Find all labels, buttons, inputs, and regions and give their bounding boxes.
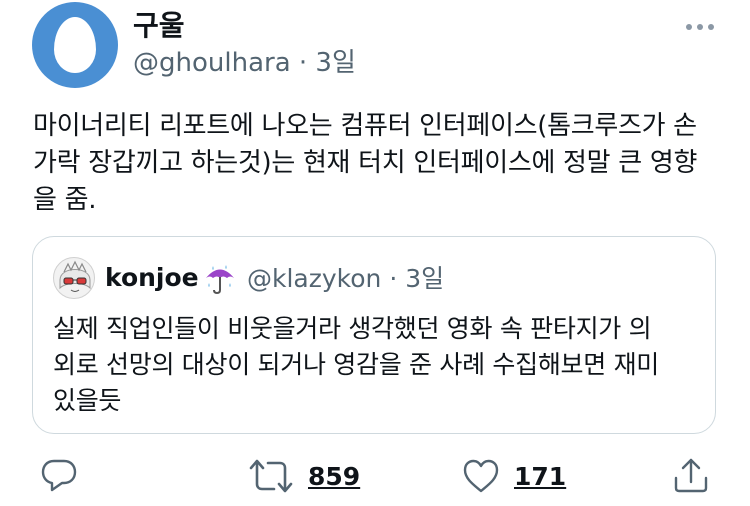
tweet-timestamp[interactable]: 3일 (315, 48, 355, 78)
egg-avatar-icon (54, 17, 96, 73)
author-meta: @ghoulhara · 3일 (133, 46, 356, 80)
tweet-actions-bar: 859 171 (0, 452, 750, 500)
quoted-display-name[interactable]: konjoe (105, 261, 199, 295)
author-avatar[interactable] (32, 2, 118, 88)
quoted-meta-separator: · (381, 264, 406, 293)
meta-separator: · (290, 48, 316, 78)
reply-button[interactable] (40, 458, 78, 494)
more-options-icon[interactable] (684, 18, 716, 36)
share-icon (674, 458, 708, 493)
like-count[interactable]: 171 (514, 462, 566, 491)
quoted-meta: @klazykon · 3일 (247, 263, 444, 295)
tweet[interactable]: 구울 @ghoulhara · 3일 마이너리티 리포트에 나오는 컴퓨터 인터… (0, 0, 750, 506)
reply-icon (41, 459, 77, 492)
quoted-author-avatar[interactable] (53, 257, 95, 299)
quoted-timestamp[interactable]: 3일 (405, 264, 444, 293)
quoted-tweet[interactable]: konjoe @klazykon · 3일 실제 직업인들이 비웃을거라 생각했… (32, 236, 716, 434)
share-button[interactable] (672, 456, 710, 494)
umbrella-rain-emoji-icon (203, 261, 237, 295)
heart-icon (463, 459, 499, 493)
author-handle[interactable]: @ghoulhara (133, 48, 291, 78)
author-display-name[interactable]: 구울 (133, 8, 185, 44)
quoted-handle[interactable]: @klazykon (247, 264, 381, 293)
retweet-count[interactable]: 859 (308, 462, 360, 491)
retweet-button[interactable]: 859 (248, 458, 360, 494)
like-button[interactable]: 171 (462, 458, 566, 494)
quoted-tweet-text: 실제 직업인들이 비웃을거라 생각했던 영화 속 판타지가 의 외로 선망의 대… (53, 314, 659, 415)
retweet-icon (249, 459, 293, 493)
tweet-text: 마이너리티 리포트에 나오는 컴퓨터 인터페이스(톰크루즈가 손 가락 장갑끼고… (33, 111, 698, 215)
